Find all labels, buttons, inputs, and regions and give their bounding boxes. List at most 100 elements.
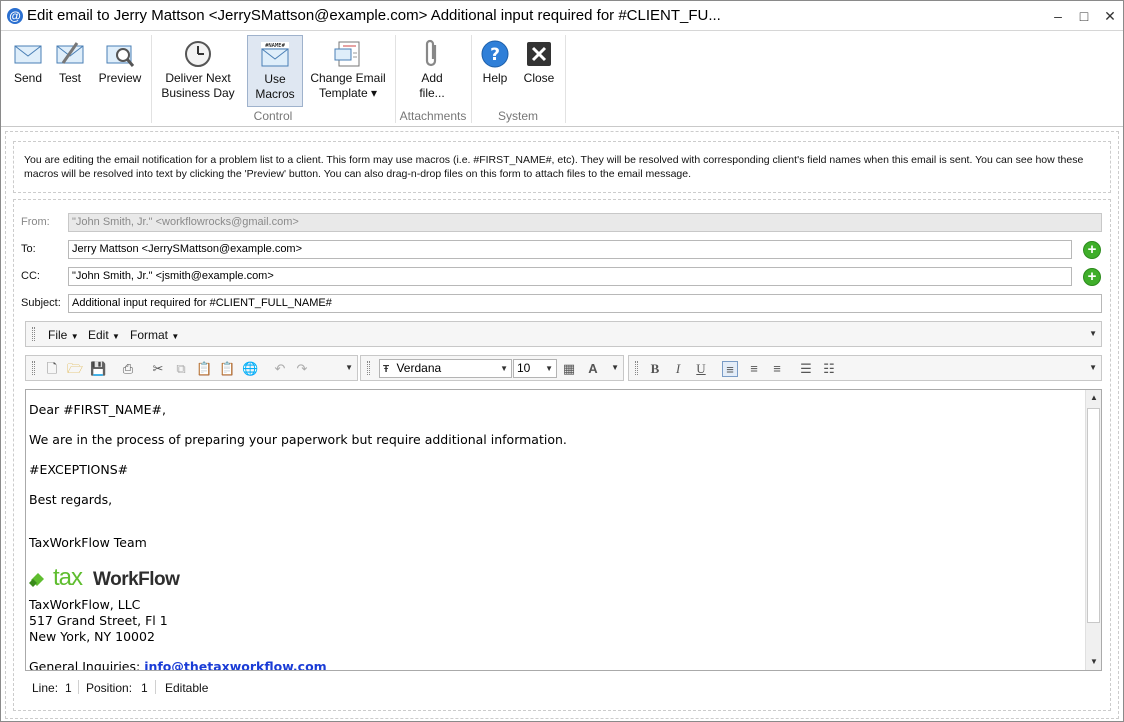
paperclip-icon (425, 39, 437, 67)
editor-menubar: File ▼ Edit ▼ Format ▼ ▼ (25, 321, 1102, 347)
cc-field[interactable]: "John Smith, Jr." <jsmith@example.com> (68, 267, 1072, 286)
toolbar-grip (32, 327, 35, 341)
align-left-icon[interactable]: ≡ (722, 361, 738, 377)
toolbar-grip (367, 361, 370, 375)
from-label: From: (21, 216, 50, 228)
paste-special-icon[interactable]: 📋 (219, 361, 235, 377)
email-body-editor[interactable]: Dear #FIRST_NAME#, We are in the process… (25, 389, 1102, 671)
new-document-icon[interactable]: 🗋 (44, 361, 60, 377)
toolbar-overflow-icon[interactable]: ▼ (1089, 363, 1097, 372)
numbered-list-icon[interactable]: ☷ (821, 361, 837, 377)
from-field: "John Smith, Jr." <workflowrocks@gmail.c… (68, 213, 1102, 232)
scroll-down-icon[interactable]: ▼ (1086, 657, 1101, 666)
menu-edit[interactable]: Edit ▼ (88, 328, 120, 342)
redo-icon[interactable]: ↷ (294, 361, 310, 377)
window-title: Edit email to Jerry Mattson <JerrySMatts… (27, 7, 721, 24)
underline-icon[interactable]: U (693, 361, 709, 377)
close-x-icon (527, 42, 551, 66)
inquiries-email-link[interactable]: info@thetaxworkflow.com (144, 659, 327, 670)
minimize-button[interactable]: – (1049, 7, 1067, 25)
test-envelope-icon (56, 42, 84, 64)
status-separator (155, 680, 156, 694)
deliver-next-business-day-button[interactable]: Deliver Next Business Day (159, 35, 237, 107)
font-color-icon[interactable]: A (585, 361, 601, 377)
ribbon: Send Test Preview Deliver Next Business … (1, 31, 1123, 127)
status-position-label: Position: (86, 681, 133, 695)
status-line-value: 1 (65, 681, 72, 695)
body-company: TaxWorkFlow, LLC (29, 597, 141, 612)
open-folder-icon[interactable]: 🗁 (67, 361, 83, 377)
align-center-icon[interactable]: ≡ (746, 361, 762, 377)
to-label: To: (21, 243, 36, 255)
svg-text:#NAME#: #NAME# (265, 43, 286, 49)
chevron-down-icon: ▼ (500, 364, 508, 373)
scrollbar-thumb[interactable] (1087, 408, 1100, 623)
to-field[interactable]: Jerry Mattson <JerrySMattson@example.com… (68, 240, 1072, 259)
add-file-button[interactable]: Add file... (411, 35, 453, 107)
status-separator (78, 680, 79, 694)
toolbar-overflow-icon[interactable]: ▼ (1089, 329, 1097, 338)
chevron-down-icon: ▼ (545, 364, 553, 373)
undo-icon[interactable]: ↶ (272, 361, 288, 377)
editor-toolbar-font: Ŧ Verdana ▼ 10 ▼ ▦ A ▼ (360, 355, 624, 381)
bold-icon[interactable]: B (647, 361, 663, 377)
ribbon-separator (565, 35, 566, 123)
preview-magnifier-icon (106, 45, 135, 67)
font-size-select[interactable]: 10 ▼ (513, 359, 557, 378)
toolbar-overflow-icon[interactable]: ▼ (345, 363, 353, 372)
body-greeting: Dear #FIRST_NAME#, (29, 402, 166, 417)
editor-toolbar-paragraph: B I U ≡ ≡ ≡ ☰ ☷ ▼ (628, 355, 1102, 381)
toolbar-overflow-icon[interactable]: ▼ (611, 363, 619, 372)
add-to-recipient-icon[interactable]: + (1083, 241, 1101, 259)
help-icon: ? (481, 40, 509, 68)
help-button[interactable]: ? Help (477, 35, 513, 107)
subject-field[interactable]: Additional input required for #CLIENT_FU… (68, 294, 1102, 313)
italic-icon[interactable]: I (670, 361, 686, 377)
body-exceptions-macro: #EXCEPTIONS# (29, 462, 129, 477)
scroll-up-icon[interactable]: ▲ (1086, 393, 1101, 402)
send-button[interactable]: Send (7, 35, 49, 107)
title-bar: @ Edit email to Jerry Mattson <JerrySMat… (1, 1, 1123, 31)
close-button[interactable]: Close (519, 35, 559, 107)
table-icon[interactable]: ▦ (561, 361, 577, 377)
font-family-select[interactable]: Ŧ Verdana ▼ (379, 359, 512, 378)
cc-label: CC: (21, 270, 40, 282)
preview-button[interactable]: Preview (95, 35, 145, 107)
menu-file[interactable]: File ▼ (48, 328, 79, 342)
at-sign-icon: @ (7, 8, 23, 24)
clock-icon (185, 41, 211, 67)
email-editor-window: @ Edit email to Jerry Mattson <JerrySMat… (0, 0, 1124, 722)
info-panel: You are editing the email notification f… (13, 141, 1111, 193)
body-inquiries: General Inquiries: info@thetaxworkflow.c… (29, 659, 327, 670)
paste-icon[interactable]: 📋 (196, 361, 212, 377)
svg-text:?: ? (490, 45, 500, 65)
print-icon[interactable]: ⎙ (120, 361, 136, 377)
test-button[interactable]: Test (51, 35, 89, 107)
toolbar-grip (635, 361, 638, 375)
bullet-list-icon[interactable]: ☰ (798, 361, 814, 377)
maximize-button[interactable]: □ (1075, 7, 1093, 25)
macro-envelope-icon: #NAME# (261, 42, 289, 67)
copy-icon[interactable]: ⧉ (173, 361, 189, 377)
status-mode: Editable (165, 681, 209, 695)
save-icon[interactable]: 💾 (90, 361, 106, 377)
font-icon: Ŧ (383, 364, 390, 375)
body-address-line2: New York, NY 10002 (29, 629, 155, 644)
use-macros-button[interactable]: #NAME# Use Macros (247, 35, 303, 107)
align-right-icon[interactable]: ≡ (769, 361, 785, 377)
status-position-value: 1 (141, 681, 148, 695)
status-line-label: Line: (32, 681, 59, 695)
insert-link-icon[interactable]: 🌐 (242, 361, 258, 377)
body-signature-team: TaxWorkFlow Team (29, 535, 147, 550)
template-icon (334, 41, 360, 67)
change-email-template-button[interactable]: Change Email Template ▾ (307, 35, 389, 107)
send-envelope-icon (14, 45, 42, 64)
add-cc-recipient-icon[interactable]: + (1083, 268, 1101, 286)
group-label-control: Control (253, 109, 293, 123)
vertical-scrollbar[interactable]: ▲ ▼ (1085, 390, 1101, 670)
info-text: You are editing the email notification f… (24, 154, 1084, 180)
cut-icon[interactable]: ✂ (150, 361, 166, 377)
close-window-button[interactable]: ✕ (1101, 7, 1119, 25)
menu-format[interactable]: Format ▼ (130, 328, 179, 342)
body-closing: Best regards, (29, 492, 113, 507)
